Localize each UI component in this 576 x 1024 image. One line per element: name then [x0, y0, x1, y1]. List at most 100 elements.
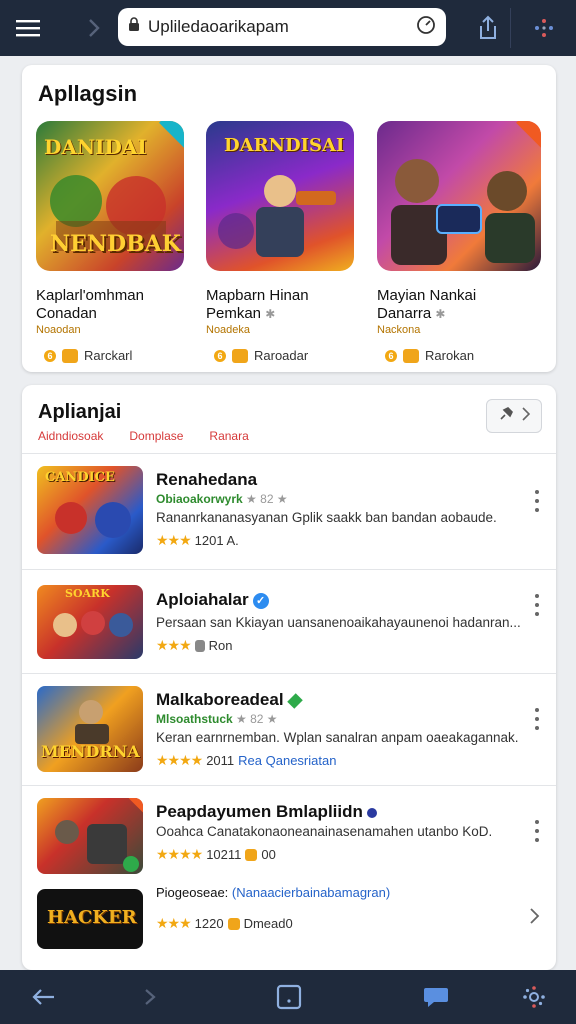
app-rating: ★★★★ 10211 00 [156, 846, 276, 863]
app-icon[interactable]: SOARK [37, 585, 143, 659]
bag-icon [232, 348, 248, 363]
more-options-icon[interactable] [532, 708, 542, 730]
app-thumbnail[interactable]: DANIDAI NENDBAK [36, 121, 184, 271]
rating-text: 2011 [206, 753, 235, 768]
lock-icon [128, 17, 140, 37]
reload-icon[interactable] [416, 15, 436, 40]
rating-stars: ★★★ [156, 532, 192, 548]
app-icon[interactable]: MENDRNA [37, 686, 143, 772]
coin-icon: 6 [44, 349, 56, 362]
dots-grid-icon[interactable] [516, 0, 572, 56]
rating-text: 10211 [206, 847, 242, 862]
rating-stars: ★★★ [156, 637, 192, 653]
rating-stars: ★★★★ [156, 752, 203, 768]
price-label: Rarokan [425, 348, 475, 363]
price-label: Raroadar [254, 348, 309, 363]
chevron-right-icon[interactable] [66, 0, 122, 56]
list-item[interactable]: Peapdayumen Bmlapliidn Ooahca Canatakona… [22, 785, 556, 881]
address-bar[interactable]: Upliledaoarikapam [118, 8, 446, 46]
app-developer: Mlsoathstuck ★ 82 ★ [156, 712, 278, 726]
app-title: Renahedana [156, 470, 258, 489]
rating-link[interactable]: Rea Qanesriatan [238, 753, 336, 768]
app-thumbnail[interactable] [377, 121, 541, 271]
rating-stars: ★★★ [156, 915, 192, 931]
app-thumbnail[interactable]: DARNDISAI [206, 121, 354, 271]
featured-section-title: Apllagsin [38, 81, 138, 106]
app-meta: 6 Raroadar [206, 348, 354, 363]
bottom-navigation [0, 970, 576, 1024]
verified-icon [366, 807, 377, 818]
app-meta: 6 Rarokan [377, 348, 541, 363]
app-rating: ★★★ Ron [156, 637, 233, 654]
bag-icon [194, 639, 205, 652]
subtab-2[interactable]: Domplase [129, 429, 183, 443]
toolbar-divider [510, 8, 511, 48]
list-section-title: Aplianjai [38, 401, 122, 423]
app-icon[interactable]: HACKER [37, 889, 143, 949]
bag-icon [245, 848, 258, 861]
rating-extra: 00 [261, 847, 276, 862]
back-arrow-icon[interactable] [16, 970, 72, 1024]
share-icon[interactable] [460, 0, 516, 56]
app-description: Rananrkananasyanan Gplik saakk ban banda… [156, 510, 497, 525]
more-options-icon[interactable] [532, 820, 542, 842]
art-title: MENDRNA [41, 742, 140, 761]
subtab-1[interactable]: Aidndiosoak [38, 429, 103, 443]
gem-icon [286, 692, 303, 709]
bag-icon [403, 348, 419, 363]
app-rating: ★★★ 1220 Dmead0 [156, 915, 293, 932]
app-title: Piogeoseae: (Nanaacierbainabamagran) [156, 885, 391, 900]
rating-text: Ron [208, 638, 233, 653]
app-description: Ooahca Canatakonaoneanainasenamahen utan… [156, 824, 493, 839]
rating-text: 1201 A. [194, 533, 239, 548]
filter-button[interactable] [486, 399, 542, 433]
app-rating: ★★★ 1201 A. [156, 532, 239, 549]
featured-app-1[interactable]: DANIDAI NENDBAK Kaplarl'omhman Conadan No… [36, 121, 184, 363]
app-list-card: Aplianjai Aidndiosoak Domplase Ranara CA… [22, 385, 556, 970]
app-meta: 6 Rarckarl [36, 348, 184, 363]
art-title: HACKER [47, 907, 137, 928]
pin-icon [498, 406, 514, 427]
featured-apps-card: Apllagsin DANIDAI NENDBAK Kaplarl'omhman… [22, 65, 556, 372]
art-title: DANIDAI [44, 135, 147, 159]
art-title: CANDICE [45, 470, 115, 485]
app-description: Persaan san Kkiayan uansanenoaikahayaune… [156, 615, 521, 630]
featured-app-2[interactable]: DARNDISAI Mapbarn Hinan Pemkan ✱ Noadeka … [206, 121, 354, 363]
coin-icon: 6 [214, 349, 226, 362]
price-label: Rarckarl [84, 348, 133, 363]
app-developer: Obiaoakorwyrk ★ 82 ★ [156, 492, 288, 506]
app-icon[interactable] [37, 798, 143, 874]
chat-bubble-icon[interactable] [408, 970, 464, 1024]
list-item[interactable]: MENDRNA Malkaboreadeal Mlsoathstuck ★ 82… [22, 673, 556, 785]
art-title: SOARK [65, 587, 110, 600]
subtab-3[interactable]: Ranara [209, 429, 248, 443]
more-options-icon[interactable] [532, 490, 542, 512]
verified-icon: ✓ [252, 592, 269, 609]
app-description: Keran earnrnemban. Wplan sanalran anpam … [156, 730, 519, 745]
app-title: Peapdayumen Bmlapliidn [156, 802, 377, 822]
hamburger-icon[interactable] [0, 0, 56, 56]
app-developer: Nackona [377, 324, 421, 336]
coin-icon: 6 [385, 349, 397, 362]
app-title: Aploiahalar ✓ [156, 590, 269, 610]
gear-icon[interactable] [506, 970, 562, 1024]
list-item[interactable]: HACKER Piogeoseae: (Nanaacierbainabamagr… [22, 881, 556, 970]
app-developer: Noaodan [36, 324, 81, 336]
rating-text: 1220 [194, 916, 224, 931]
featured-app-3[interactable]: Mayian Nankai Danarra ✱ Nackona 6 Rarokan [377, 121, 541, 363]
app-title: Malkaboreadeal [156, 690, 303, 710]
art-title: DARNDISAI [224, 135, 345, 156]
app-developer: Noadeka [206, 324, 251, 336]
tabs-square-icon[interactable] [261, 970, 317, 1024]
list-item[interactable]: SOARK Aploiahalar ✓ Persaan san Kkiayan u… [22, 569, 556, 673]
chevron-right-icon [522, 406, 531, 426]
chevron-right-icon[interactable] [530, 907, 540, 930]
browser-toolbar: Upliledaoarikapam [0, 0, 576, 56]
more-options-icon[interactable] [532, 594, 542, 616]
list-item[interactable]: CANDICE Renahedana Obiaoakorwyrk ★ 82 ★ … [22, 453, 556, 569]
app-name: Mapbarn Hinan Pemkan ✱ [206, 287, 309, 322]
chevron-right-icon[interactable] [122, 970, 178, 1024]
app-icon[interactable]: CANDICE [37, 466, 143, 554]
rating-extra: Dmead0 [243, 916, 293, 931]
app-name: Kaplarl'omhman Conadan [36, 287, 144, 322]
